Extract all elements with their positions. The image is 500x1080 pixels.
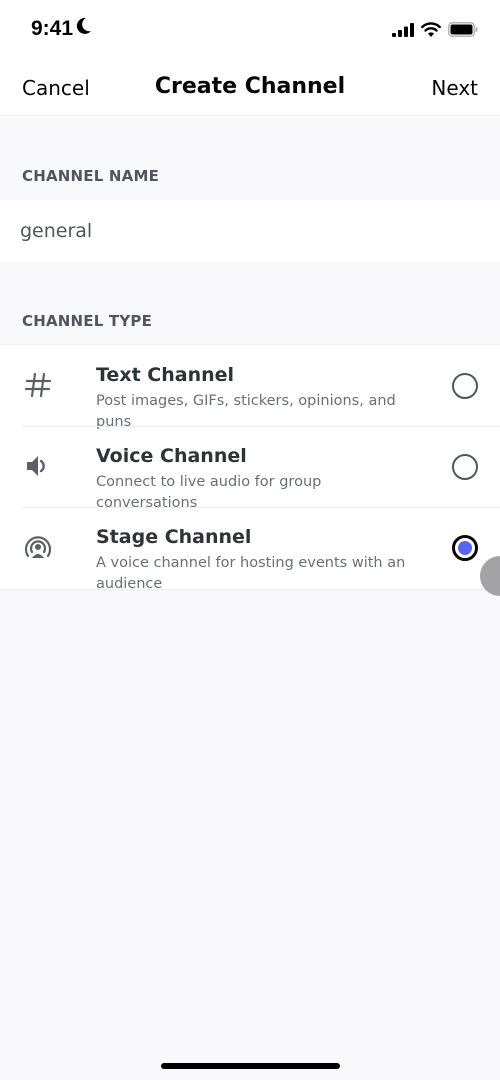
status-icons xyxy=(392,22,478,42)
radio-voice-channel[interactable] xyxy=(452,454,478,480)
wifi-icon xyxy=(421,22,441,42)
channel-type-stage[interactable]: Stage Channel A voice channel for hostin… xyxy=(0,507,500,592)
next-button[interactable]: Next xyxy=(431,76,478,100)
nav-bar: Cancel Create Channel Next xyxy=(0,60,500,116)
radio-stage-channel[interactable] xyxy=(452,535,478,561)
channel-type-list: Text Channel Post images, GIFs, stickers… xyxy=(0,344,500,592)
channel-type-title: Text Channel xyxy=(96,364,235,386)
channel-type-header: CHANNEL TYPE xyxy=(22,312,153,330)
status-bar: 9:41 xyxy=(0,0,500,60)
hash-icon xyxy=(22,369,54,401)
speaker-icon xyxy=(22,450,54,482)
channel-name-input[interactable] xyxy=(0,200,500,262)
channel-type-title: Stage Channel xyxy=(96,526,252,548)
channel-type-text[interactable]: Text Channel Post images, GIFs, stickers… xyxy=(0,345,500,430)
cellular-signal-icon xyxy=(392,22,414,42)
clock-time: 9:41 xyxy=(31,17,74,40)
moon-icon xyxy=(76,17,92,41)
channel-type-voice[interactable]: Voice Channel Connect to live audio for … xyxy=(0,426,500,511)
channel-name-header: CHANNEL NAME xyxy=(22,167,160,185)
channel-type-title: Voice Channel xyxy=(96,445,247,467)
channel-type-description: A voice channel for hosting events with … xyxy=(96,555,406,592)
radio-text-channel[interactable] xyxy=(452,373,478,399)
battery-icon xyxy=(448,22,478,42)
stage-icon xyxy=(22,531,54,563)
home-indicator[interactable] xyxy=(161,1063,340,1069)
cancel-button[interactable]: Cancel xyxy=(22,76,90,100)
status-time: 9:41 xyxy=(31,17,92,41)
